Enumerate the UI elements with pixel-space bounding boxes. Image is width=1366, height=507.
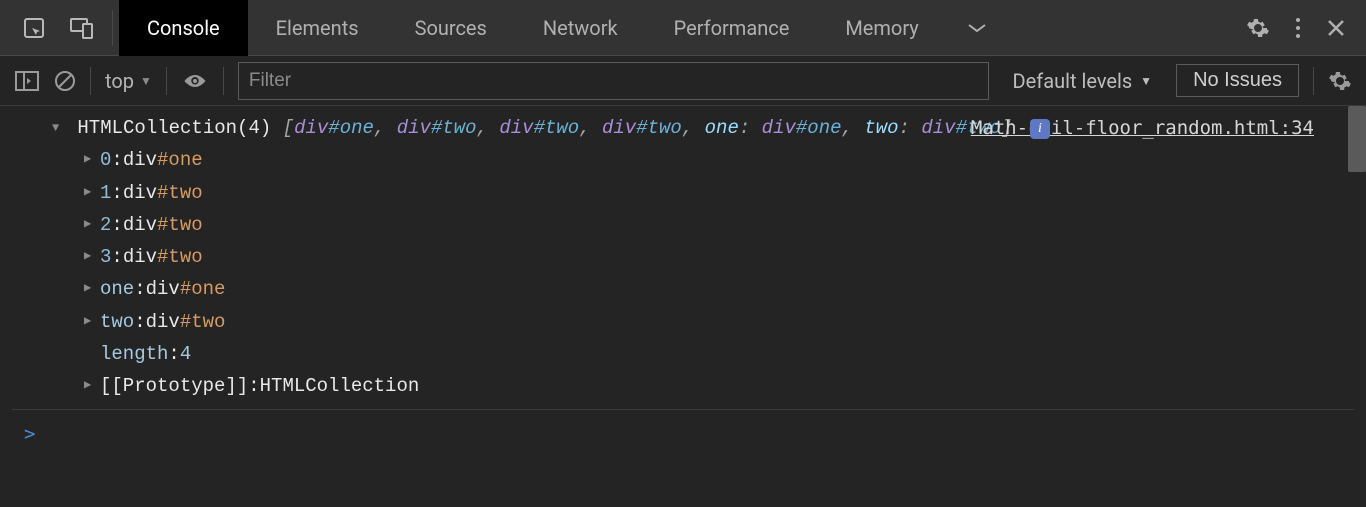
- close-icon[interactable]: [1326, 18, 1346, 38]
- context-selector-label: top: [105, 69, 134, 93]
- entry-id: #two: [157, 177, 203, 209]
- prompt-chevron-icon: >: [24, 423, 35, 445]
- entry-id: #two: [157, 241, 203, 273]
- tab-console[interactable]: Console: [119, 0, 248, 56]
- devtools-tabbar: Console Elements Sources Network Perform…: [0, 0, 1366, 56]
- disclosure-triangle-icon: ▶: [84, 375, 100, 395]
- entry-id: #one: [157, 144, 203, 176]
- object-entry[interactable]: ▶[[Prototype]]: HTMLCollection: [84, 370, 1354, 402]
- device-toggle-icon[interactable]: [58, 0, 106, 56]
- entry-key: 1: [100, 177, 111, 209]
- info-badge-icon[interactable]: i: [1030, 119, 1050, 139]
- kebab-menu-icon[interactable]: [1294, 16, 1302, 40]
- object-entry[interactable]: ▶one: div#one: [84, 273, 1354, 305]
- entry-tag: div: [146, 273, 180, 305]
- entry-value: 4: [180, 338, 191, 370]
- entry-tag: div: [123, 144, 157, 176]
- entry-key: length: [100, 338, 168, 370]
- live-expression-icon[interactable]: [181, 72, 209, 90]
- object-entries: ▶0: div#one▶1: div#two▶2: div#two▶3: div…: [12, 144, 1354, 402]
- clear-console-icon[interactable]: [54, 70, 76, 92]
- console-output: Math-ceil-floor_random.html:34 ▼ HTMLCol…: [0, 106, 1366, 458]
- inspect-icon[interactable]: [10, 0, 58, 56]
- issues-button[interactable]: No Issues: [1176, 64, 1299, 97]
- disclosure-triangle-icon: ▶: [84, 214, 100, 234]
- tab-sources[interactable]: Sources: [387, 0, 515, 56]
- disclosure-triangle-icon: ▶: [84, 311, 100, 331]
- chevron-down-icon: ▼: [1140, 74, 1152, 88]
- entry-key: [[Prototype]]: [100, 370, 248, 402]
- show-console-sidebar-icon[interactable]: [14, 70, 40, 92]
- separator: [166, 67, 167, 95]
- console-prompt[interactable]: >: [12, 409, 1354, 458]
- disclosure-triangle-icon: ▶: [84, 246, 100, 266]
- source-link[interactable]: Math-ceil-floor_random.html:34: [971, 112, 1314, 144]
- tab-elements[interactable]: Elements: [248, 0, 387, 56]
- object-entry[interactable]: ▶1: div#two: [84, 177, 1354, 209]
- entry-key: 2: [100, 209, 111, 241]
- object-entry[interactable]: ▶2: div#two: [84, 209, 1354, 241]
- entry-tag: div: [123, 209, 157, 241]
- tab-memory[interactable]: Memory: [817, 0, 946, 56]
- disclosure-triangle-icon: ▶: [84, 149, 100, 169]
- entry-tag: div: [123, 177, 157, 209]
- entry-key: one: [100, 273, 134, 305]
- tab-performance[interactable]: Performance: [646, 0, 818, 56]
- entry-key: 0: [100, 144, 111, 176]
- console-settings-gear-icon[interactable]: [1328, 69, 1352, 93]
- disclosure-triangle-icon[interactable]: ▼: [52, 118, 66, 138]
- object-entry[interactable]: length: 4: [84, 338, 1354, 370]
- object-entry[interactable]: ▶0: div#one: [84, 144, 1354, 176]
- separator: [112, 10, 113, 46]
- object-entry[interactable]: ▶two: div#two: [84, 306, 1354, 338]
- entry-id: #two: [180, 306, 226, 338]
- separator: [223, 67, 224, 95]
- scrollbar-thumb[interactable]: [1348, 106, 1366, 172]
- separator: [90, 67, 91, 95]
- entry-id: #one: [180, 273, 226, 305]
- disclosure-triangle-icon: ▶: [84, 278, 100, 298]
- entry-id: #two: [157, 209, 203, 241]
- entry-tag: div: [146, 306, 180, 338]
- disclosure-triangle-icon: ▶: [84, 182, 100, 202]
- log-levels-label: Default levels: [1013, 69, 1133, 93]
- object-type: HTMLCollection: [77, 117, 237, 139]
- entry-key: 3: [100, 241, 111, 273]
- entry-value: HTMLCollection: [260, 370, 420, 402]
- tabs-overflow-icon[interactable]: [947, 0, 1007, 56]
- console-toolbar: top ▼ Default levels ▼ No Issues: [0, 56, 1366, 106]
- separator: [1313, 67, 1314, 95]
- object-count: (4): [237, 117, 271, 139]
- context-selector[interactable]: top ▼: [105, 69, 152, 93]
- gear-icon[interactable]: [1246, 16, 1270, 40]
- filter-input[interactable]: [238, 62, 989, 100]
- tab-network[interactable]: Network: [515, 0, 646, 56]
- object-entry[interactable]: ▶3: div#two: [84, 241, 1354, 273]
- chevron-down-icon: ▼: [140, 74, 152, 88]
- entry-key: two: [100, 306, 134, 338]
- entry-tag: div: [123, 241, 157, 273]
- log-levels-selector[interactable]: Default levels ▼: [1003, 69, 1163, 93]
